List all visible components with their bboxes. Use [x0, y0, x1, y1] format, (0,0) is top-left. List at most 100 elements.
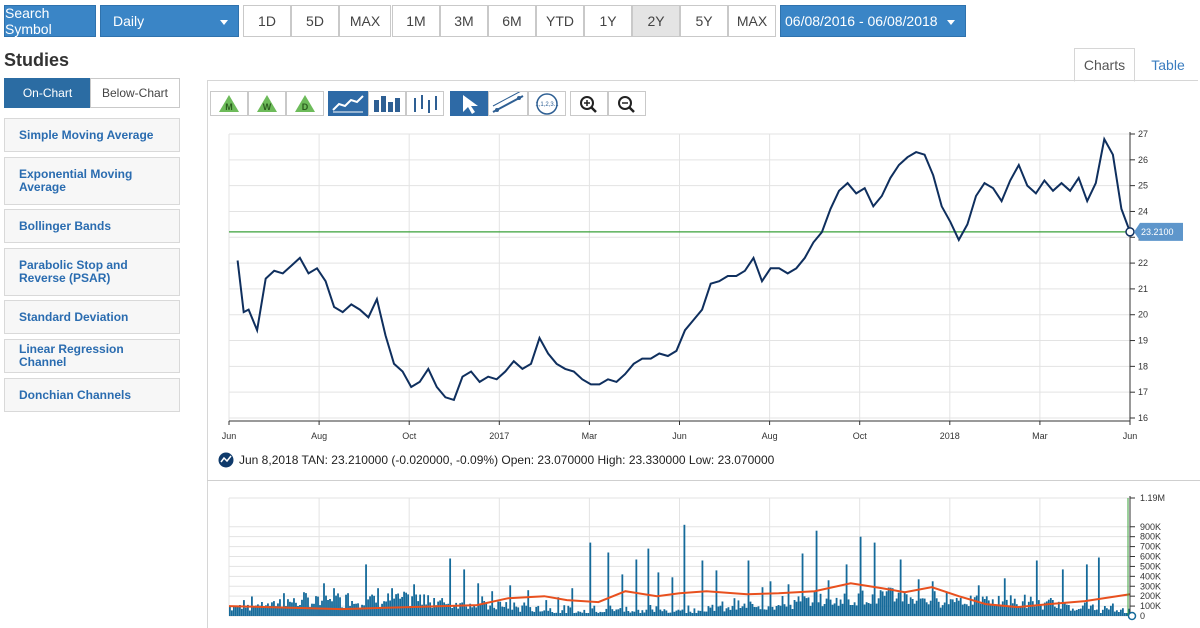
range-button-1d[interactable]: 1D: [243, 5, 291, 37]
volume-bar: [241, 608, 243, 616]
volume-bar: [681, 609, 684, 616]
pointer-button[interactable]: [450, 91, 488, 116]
study-item-standard-deviation[interactable]: Standard Deviation: [4, 300, 180, 334]
volume-bar: [665, 610, 668, 616]
volume-bar: [943, 602, 946, 616]
search-symbol-button[interactable]: Search Symbol: [4, 5, 96, 37]
volume-bar: [339, 597, 341, 616]
y-tick-label: 700K: [1140, 542, 1161, 552]
volume-bar: [947, 604, 950, 616]
tab-table[interactable]: Table: [1138, 48, 1198, 82]
range-button-1m[interactable]: 1M: [392, 5, 440, 37]
bar-chart-button[interactable]: [368, 91, 406, 116]
volume-bar: [707, 606, 710, 616]
range-button-1y[interactable]: 1Y: [584, 5, 632, 37]
volume-bar: [961, 604, 964, 616]
fibonacci-icon: 1,1,2,3...: [535, 93, 559, 115]
tab-below-chart[interactable]: Below-Chart: [90, 78, 180, 108]
volume-bar: [763, 609, 766, 616]
volume-bar: [337, 593, 339, 616]
fibonacci-button[interactable]: 1,1,2,3...: [528, 91, 566, 116]
price-grid: [228, 133, 1131, 421]
volume-bar: [765, 609, 768, 616]
volume-bar: [939, 607, 942, 616]
tab-on-chart[interactable]: On-Chart: [4, 78, 91, 108]
volume-bar: [523, 602, 526, 616]
volume-bar: [397, 593, 399, 616]
volume-bar: [799, 601, 802, 616]
volume-bar: [689, 611, 692, 616]
volume-bar: [623, 611, 626, 616]
volume-bar: [995, 604, 998, 616]
interval-dropdown[interactable]: Daily: [100, 5, 239, 37]
range-button-6m[interactable]: 6M: [488, 5, 536, 37]
volume-bar: [811, 602, 814, 616]
volume-bar: [795, 601, 798, 616]
period-month-button[interactable]: M: [210, 91, 248, 116]
volume-bar: [985, 596, 988, 616]
trendline-button[interactable]: [488, 89, 528, 116]
study-item-donchian-channels[interactable]: Donchian Channels: [4, 378, 180, 412]
volume-bar: [825, 598, 828, 616]
study-item-bollinger-bands[interactable]: Bollinger Bands: [4, 209, 180, 243]
period-day-button[interactable]: D: [286, 91, 324, 116]
x-tick-label: Aug: [762, 431, 778, 441]
volume-bar: [381, 603, 383, 616]
range-button-2y[interactable]: 2Y: [632, 5, 680, 37]
study-item-linear-regression-channel[interactable]: Linear Regression Channel: [4, 339, 180, 373]
y-tick-label: 500K: [1140, 561, 1161, 571]
price-chart[interactable]: Jun Aug Oct 2017 Mar Jun Aug Oct 2018 Mar Jun 1617…: [207, 118, 1200, 478]
volume-chart[interactable]: 0100K200K300K400K500K600K700K800K900K 1.1…: [207, 490, 1200, 628]
volume-bar: [1091, 604, 1094, 616]
volume-bar: [839, 599, 842, 616]
volume-bar: [1101, 609, 1104, 616]
volume-bar: [823, 604, 826, 616]
volume-bar: [325, 595, 327, 616]
volume-bar: [929, 600, 932, 616]
x-tick-label: Aug: [311, 431, 327, 441]
range-button-ytd[interactable]: YTD: [536, 5, 584, 37]
volume-bar: [561, 610, 564, 616]
volume-bar: [1109, 605, 1112, 616]
x-tick-label: 2017: [489, 431, 509, 441]
study-item-parabolic-stop-and-reverse-psar[interactable]: Parabolic Stop and Reverse (PSAR): [4, 248, 180, 296]
volume-bar: [817, 602, 820, 616]
volume-bar: [271, 602, 273, 616]
zoom-in-button[interactable]: [570, 91, 608, 116]
volume-bar: [833, 603, 836, 616]
volume-bar: [783, 604, 786, 616]
volume-bar: [1113, 611, 1116, 616]
volume-bar: [243, 600, 245, 616]
ohlc-chart-button[interactable]: [406, 91, 444, 116]
range-button-3m[interactable]: 3M: [440, 5, 488, 37]
volume-bar: [1037, 600, 1040, 616]
volume-bar: [567, 605, 570, 616]
volume-bar: [499, 601, 502, 616]
range-button-5y[interactable]: 5Y: [680, 5, 728, 37]
volume-bar: [1025, 608, 1028, 616]
range-button-5d[interactable]: 5D: [291, 5, 339, 37]
volume-bar: [565, 613, 568, 616]
range-button-max[interactable]: MAX: [339, 5, 391, 37]
volume-bar: [787, 584, 790, 616]
volume-bar: [471, 607, 474, 616]
study-item-simple-moving-average[interactable]: Simple Moving Average: [4, 118, 180, 152]
date-range-dropdown[interactable]: 06/08/2016 - 06/08/2018: [780, 5, 966, 37]
zoom-out-button[interactable]: [608, 91, 646, 116]
line-chart-button[interactable]: [328, 91, 368, 116]
volume-bar: [975, 595, 978, 616]
studies-title: Studies: [4, 50, 70, 70]
period-week-button[interactable]: W: [248, 91, 286, 116]
tab-charts[interactable]: Charts: [1074, 48, 1135, 82]
volume-bar: [753, 607, 756, 616]
volume-bar: [491, 591, 494, 616]
volume-bar: [353, 603, 355, 616]
volume-bar: [737, 600, 740, 616]
range-button-max[interactable]: MAX: [728, 5, 776, 37]
volume-bar: [651, 609, 654, 616]
volume-bar: [1017, 607, 1020, 616]
price-y-axis: 161718192021222324252627: [1129, 129, 1148, 423]
price-x-axis: Jun Aug Oct 2017 Mar Jun Aug Oct 2018 Mar Jun: [222, 420, 1137, 441]
volume-bar: [693, 608, 696, 616]
study-item-exponential-moving-average[interactable]: Exponential Moving Average: [4, 157, 180, 205]
